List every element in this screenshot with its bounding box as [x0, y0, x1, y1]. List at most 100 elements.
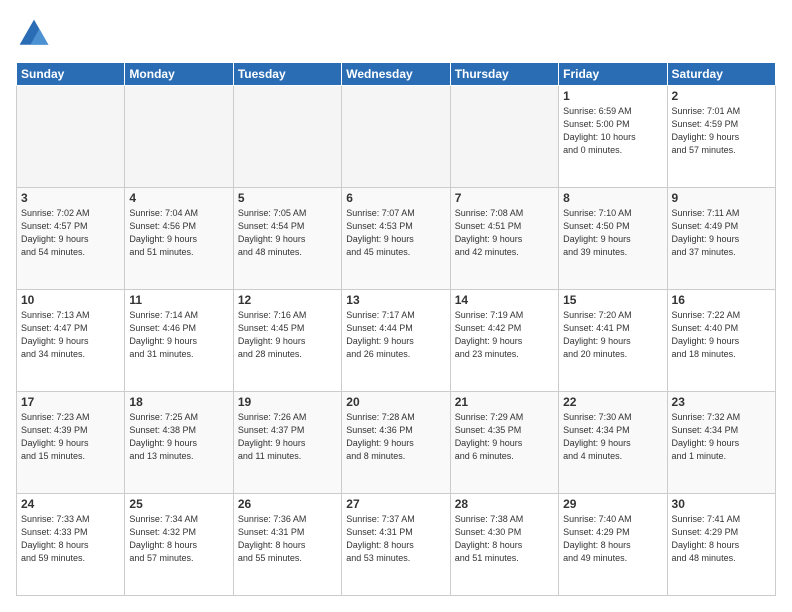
day-number: 20 [346, 395, 445, 409]
calendar-header-row: SundayMondayTuesdayWednesdayThursdayFrid… [17, 63, 776, 86]
calendar-cell: 6 Sunrise: 7:07 AM Sunset: 4:53 PM Daylig… [342, 188, 450, 290]
day-info: Sunrise: 7:25 AM Sunset: 4:38 PM Dayligh… [129, 411, 228, 463]
calendar-cell: 19Sunrise: 7:26 AM Sunset: 4:37 PM Dayli… [233, 392, 341, 494]
calendar-cell [233, 86, 341, 188]
day-info: Sunrise: 7:05 AM Sunset: 4:54 PM Dayligh… [238, 207, 337, 259]
day-number: 5 [238, 191, 337, 205]
calendar-cell: 15 Sunrise: 7:20 AM Sunset: 4:41 PM Dayli… [559, 290, 667, 392]
day-info: Sunrise: 7:20 AM Sunset: 4:41 PM Dayligh… [563, 309, 662, 361]
day-number: 10 [21, 293, 120, 307]
logo-icon [16, 16, 52, 52]
calendar-cell: 25 Sunrise: 7:34 AM Sunset: 4:32 PM Dayli… [125, 494, 233, 596]
day-info: Sunrise: 7:41 AM Sunset: 4:29 PM Dayligh… [672, 513, 771, 565]
day-info: Sunrise: 7:40 AM Sunset: 4:29 PM Dayligh… [563, 513, 662, 565]
day-number: 22 [563, 395, 662, 409]
day-info: Sunrise: 7:36 AM Sunset: 4:31 PM Dayligh… [238, 513, 337, 565]
day-number: 8 [563, 191, 662, 205]
calendar-cell [125, 86, 233, 188]
day-number: 29 [563, 497, 662, 511]
calendar-cell: 13 Sunrise: 7:17 AM Sunset: 4:44 PM Dayli… [342, 290, 450, 392]
day-info: Sunrise: 7:30 AM Sunset: 4:34 PM Dayligh… [563, 411, 662, 463]
calendar-header-monday: Monday [125, 63, 233, 86]
day-number: 3 [21, 191, 120, 205]
day-number: 11 [129, 293, 228, 307]
day-number: 9 [672, 191, 771, 205]
calendar-cell: 28 Sunrise: 7:38 AM Sunset: 4:30 PM Dayli… [450, 494, 558, 596]
day-info: Sunrise: 7:32 AM Sunset: 4:34 PM Dayligh… [672, 411, 771, 463]
calendar-cell: 20 Sunrise: 7:28 AM Sunset: 4:36 PM Dayli… [342, 392, 450, 494]
day-info: Sunrise: 7:38 AM Sunset: 4:30 PM Dayligh… [455, 513, 554, 565]
calendar-cell: 21 Sunrise: 7:29 AM Sunset: 4:35 PM Dayli… [450, 392, 558, 494]
day-number: 6 [346, 191, 445, 205]
calendar-week-1: 1Sunrise: 6:59 AM Sunset: 5:00 PM Daylig… [17, 86, 776, 188]
day-info: Sunrise: 7:10 AM Sunset: 4:50 PM Dayligh… [563, 207, 662, 259]
calendar-cell: 29 Sunrise: 7:40 AM Sunset: 4:29 PM Dayli… [559, 494, 667, 596]
day-info: Sunrise: 7:16 AM Sunset: 4:45 PM Dayligh… [238, 309, 337, 361]
calendar-header-saturday: Saturday [667, 63, 775, 86]
day-info: Sunrise: 7:33 AM Sunset: 4:33 PM Dayligh… [21, 513, 120, 565]
calendar-table: SundayMondayTuesdayWednesdayThursdayFrid… [16, 62, 776, 596]
day-number: 16 [672, 293, 771, 307]
calendar-cell [450, 86, 558, 188]
day-info: Sunrise: 7:08 AM Sunset: 4:51 PM Dayligh… [455, 207, 554, 259]
day-info: Sunrise: 7:02 AM Sunset: 4:57 PM Dayligh… [21, 207, 120, 259]
calendar-cell: 1Sunrise: 6:59 AM Sunset: 5:00 PM Daylig… [559, 86, 667, 188]
calendar-cell: 18 Sunrise: 7:25 AM Sunset: 4:38 PM Dayli… [125, 392, 233, 494]
calendar-header-friday: Friday [559, 63, 667, 86]
day-info: Sunrise: 7:01 AM Sunset: 4:59 PM Dayligh… [672, 105, 771, 157]
day-info: Sunrise: 7:19 AM Sunset: 4:42 PM Dayligh… [455, 309, 554, 361]
day-info: Sunrise: 7:14 AM Sunset: 4:46 PM Dayligh… [129, 309, 228, 361]
day-info: Sunrise: 6:59 AM Sunset: 5:00 PM Dayligh… [563, 105, 662, 157]
calendar-week-4: 17 Sunrise: 7:23 AM Sunset: 4:39 PM Dayli… [17, 392, 776, 494]
day-number: 19 [238, 395, 337, 409]
calendar-header-wednesday: Wednesday [342, 63, 450, 86]
day-info: Sunrise: 7:37 AM Sunset: 4:31 PM Dayligh… [346, 513, 445, 565]
page: SundayMondayTuesdayWednesdayThursdayFrid… [0, 0, 792, 612]
day-number: 30 [672, 497, 771, 511]
day-number: 28 [455, 497, 554, 511]
day-number: 23 [672, 395, 771, 409]
calendar-cell: 5 Sunrise: 7:05 AM Sunset: 4:54 PM Daylig… [233, 188, 341, 290]
day-number: 2 [672, 89, 771, 103]
calendar-week-3: 10 Sunrise: 7:13 AM Sunset: 4:47 PM Dayli… [17, 290, 776, 392]
day-number: 25 [129, 497, 228, 511]
day-info: Sunrise: 7:04 AM Sunset: 4:56 PM Dayligh… [129, 207, 228, 259]
calendar-cell: 9 Sunrise: 7:11 AM Sunset: 4:49 PM Daylig… [667, 188, 775, 290]
calendar-cell: 22 Sunrise: 7:30 AM Sunset: 4:34 PM Dayli… [559, 392, 667, 494]
day-info: Sunrise: 7:34 AM Sunset: 4:32 PM Dayligh… [129, 513, 228, 565]
calendar-cell: 30 Sunrise: 7:41 AM Sunset: 4:29 PM Dayli… [667, 494, 775, 596]
calendar-cell: 26Sunrise: 7:36 AM Sunset: 4:31 PM Dayli… [233, 494, 341, 596]
day-info: Sunrise: 7:13 AM Sunset: 4:47 PM Dayligh… [21, 309, 120, 361]
day-number: 7 [455, 191, 554, 205]
calendar-cell: 27Sunrise: 7:37 AM Sunset: 4:31 PM Dayli… [342, 494, 450, 596]
day-info: Sunrise: 7:29 AM Sunset: 4:35 PM Dayligh… [455, 411, 554, 463]
calendar-week-2: 3 Sunrise: 7:02 AM Sunset: 4:57 PM Daylig… [17, 188, 776, 290]
calendar-cell: 23 Sunrise: 7:32 AM Sunset: 4:34 PM Dayli… [667, 392, 775, 494]
calendar-cell: 11 Sunrise: 7:14 AM Sunset: 4:46 PM Dayli… [125, 290, 233, 392]
calendar-cell: 3 Sunrise: 7:02 AM Sunset: 4:57 PM Daylig… [17, 188, 125, 290]
calendar-header-thursday: Thursday [450, 63, 558, 86]
day-number: 15 [563, 293, 662, 307]
day-info: Sunrise: 7:28 AM Sunset: 4:36 PM Dayligh… [346, 411, 445, 463]
calendar-header-tuesday: Tuesday [233, 63, 341, 86]
day-number: 21 [455, 395, 554, 409]
calendar-cell: 4 Sunrise: 7:04 AM Sunset: 4:56 PM Daylig… [125, 188, 233, 290]
calendar-cell: 8 Sunrise: 7:10 AM Sunset: 4:50 PM Daylig… [559, 188, 667, 290]
day-info: Sunrise: 7:07 AM Sunset: 4:53 PM Dayligh… [346, 207, 445, 259]
day-info: Sunrise: 7:22 AM Sunset: 4:40 PM Dayligh… [672, 309, 771, 361]
day-number: 17 [21, 395, 120, 409]
day-number: 24 [21, 497, 120, 511]
day-info: Sunrise: 7:11 AM Sunset: 4:49 PM Dayligh… [672, 207, 771, 259]
calendar-cell: 2 Sunrise: 7:01 AM Sunset: 4:59 PM Daylig… [667, 86, 775, 188]
calendar-cell: 24 Sunrise: 7:33 AM Sunset: 4:33 PM Dayli… [17, 494, 125, 596]
day-number: 13 [346, 293, 445, 307]
day-number: 18 [129, 395, 228, 409]
day-number: 4 [129, 191, 228, 205]
calendar-cell: 10 Sunrise: 7:13 AM Sunset: 4:47 PM Dayli… [17, 290, 125, 392]
calendar-cell: 14Sunrise: 7:19 AM Sunset: 4:42 PM Dayli… [450, 290, 558, 392]
calendar-cell: 12Sunrise: 7:16 AM Sunset: 4:45 PM Dayli… [233, 290, 341, 392]
day-info: Sunrise: 7:23 AM Sunset: 4:39 PM Dayligh… [21, 411, 120, 463]
calendar-week-5: 24 Sunrise: 7:33 AM Sunset: 4:33 PM Dayli… [17, 494, 776, 596]
day-info: Sunrise: 7:17 AM Sunset: 4:44 PM Dayligh… [346, 309, 445, 361]
calendar-cell [17, 86, 125, 188]
